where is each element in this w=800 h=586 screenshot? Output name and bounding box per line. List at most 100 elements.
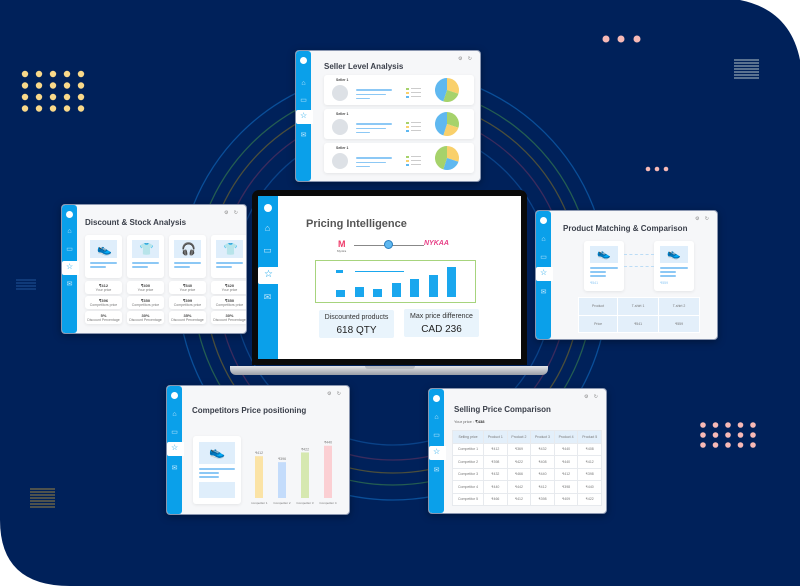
star-icon-active[interactable]: ☆ (167, 442, 184, 456)
home-icon[interactable]: ⌂ (170, 410, 179, 419)
table-cell: Competitor 1 (451, 442, 485, 456)
table-cell: ₹408 (530, 455, 555, 469)
mail-icon[interactable]: ✉ (170, 464, 179, 473)
window-title: Product Matching & Comparison (563, 224, 688, 233)
folder-icon[interactable]: ▭ (299, 96, 308, 105)
table-cell: ₹412 (553, 467, 579, 481)
stat-value: CAD 236 (421, 324, 462, 335)
decor-dot (712, 422, 719, 428)
home-icon[interactable]: ⌂ (299, 79, 308, 88)
competitor-bar-chart: ₹412 Competitor 1 ₹396 Competitor 2 ₹422 Comp… (251, 441, 337, 505)
decor-dot (63, 82, 71, 89)
star-icon-active[interactable]: ☆ (258, 267, 280, 284)
home-icon[interactable]: ⌂ (539, 235, 548, 244)
metric-box: 30% Discount Percentage (211, 311, 246, 324)
window-tools[interactable]: ⚙ ↻ (327, 391, 343, 397)
seller-pie-chart (435, 112, 459, 136)
mail-icon[interactable]: ✉ (432, 466, 441, 475)
home-icon[interactable]: ⌂ (65, 227, 74, 236)
metric-box: ₹350 Competitors price (127, 296, 164, 309)
logo-dot (300, 57, 307, 64)
window-title: Seller Level Analysis (324, 62, 404, 71)
folder-icon[interactable]: ▭ (170, 428, 179, 437)
decor-dot (750, 422, 756, 428)
product-card[interactable]: 👕 (127, 235, 164, 278)
star-icon-active[interactable]: ☆ (429, 446, 446, 460)
table-header-row: Selling price Product 1 Product 2 Product 3… (451, 430, 602, 444)
sidebar: ⌂ ▭ ☆ ✉ (536, 211, 553, 339)
competitor-bar (278, 462, 286, 498)
product-card[interactable]: 👕 (211, 235, 246, 278)
product-card-right: 👟 ₹559 (654, 241, 694, 291)
window-tools[interactable]: ⚙ ↻ (224, 210, 240, 216)
category-label: Competitor 3 (296, 501, 314, 505)
metric-box: 30% Discount Percentage (127, 311, 164, 324)
mail-icon[interactable]: ✉ (539, 288, 548, 297)
trend-line (355, 271, 404, 272)
product-card: 👟 (193, 436, 241, 504)
metric-label: Discount Percentage (129, 318, 162, 322)
seller-level-analysis-window: ⌂ ▭ ☆ ✉ Seller Level Analysis ⚙ ↻ Seller… (295, 50, 481, 182)
metric-box: ₹399 Competitors price (169, 296, 206, 309)
seller-label: Seller 1 (336, 112, 349, 116)
mail-icon[interactable]: ✉ (299, 131, 308, 140)
table-cell: ₹369 (506, 442, 532, 456)
folder-icon[interactable]: ▭ (263, 246, 272, 255)
metric-label: Competitors price (215, 303, 244, 307)
product-image: 👕 (216, 240, 243, 258)
star-icon-active[interactable]: ☆ (536, 267, 553, 281)
table-cell: ₹398 (553, 480, 579, 494)
discount-stock-window: ⌂ ▭ ☆ ✉ Discount & Stock Analysis ⚙ ↻ 👟 ₹… (61, 204, 247, 334)
selling-price-window: ⌂ ▭ ☆ ✉ Selling Price Comparison ⚙ ↻ You… (428, 388, 607, 514)
table-cell: ₹466 (506, 467, 532, 481)
sidebar: ⌂ ▭ ☆ ✉ (167, 386, 184, 514)
metric-box: ₹540 Your price (169, 281, 206, 294)
mail-icon[interactable]: ✉ (263, 293, 272, 302)
metric-label: Your price (179, 288, 196, 292)
price-bar (354, 286, 364, 297)
decor-dot (35, 70, 43, 78)
star-icon-active[interactable]: ☆ (296, 110, 313, 124)
competitor-price-window: ⌂ ▭ ☆ ✉ Competitors Price positioning ⚙ … (166, 385, 350, 515)
product-image: 👟 (90, 240, 117, 258)
stat-label: Discounted products (324, 314, 389, 321)
tshirt-icon: 👕 (139, 242, 154, 256)
folder-icon[interactable]: ▭ (432, 431, 441, 440)
table-cell: T-shirt 1 (617, 297, 660, 316)
mail-icon[interactable]: ✉ (65, 280, 74, 289)
table-cell: Competitor 3 (451, 467, 485, 481)
star-icon-active[interactable]: ☆ (62, 261, 79, 275)
seller-row[interactable]: Seller 1 (324, 143, 474, 173)
seller-row[interactable]: Seller 1 (324, 75, 474, 105)
table-cell: ₹412 (530, 480, 555, 494)
table-cell: ₹440 (553, 455, 579, 469)
decor-dot (35, 82, 43, 89)
bar-value-label: ₹412 (255, 451, 263, 455)
window-tools[interactable]: ⚙ ↻ (584, 394, 600, 400)
metric-label: Discount Percentage (171, 318, 204, 322)
window-tools[interactable]: ⚙ ↻ (458, 56, 474, 62)
product-image: 🎧 (174, 240, 201, 258)
home-icon[interactable]: ⌂ (432, 413, 441, 422)
table-cell: ₹412 (483, 442, 508, 456)
seller-row[interactable]: Seller 1 (324, 109, 474, 139)
screen-title: Pricing Intelligence (306, 218, 407, 230)
metric-box: 35% Discount Percentage (169, 311, 206, 324)
product-card[interactable]: 👟 (85, 235, 122, 278)
home-icon[interactable]: ⌂ (263, 224, 272, 233)
decor-dot (49, 70, 57, 78)
myntra-logo: M (338, 239, 346, 249)
window-tools[interactable]: ⚙ ↻ (695, 216, 711, 222)
folder-icon[interactable]: ▭ (65, 245, 74, 254)
metric-label: Discount Percentage (213, 318, 246, 322)
product-card[interactable]: 🎧 (169, 235, 206, 278)
window-title: Competitors Price positioning (192, 406, 307, 415)
table-cell: ₹408 (577, 442, 602, 456)
window-title: Selling Price Comparison (454, 405, 551, 414)
decor-dot (49, 105, 57, 112)
table-cell: ₹466 (483, 492, 508, 506)
competitor-bar (301, 452, 309, 498)
stat-label: Max price difference (410, 313, 473, 320)
metric-box: ₹420 Your price (211, 281, 246, 294)
folder-icon[interactable]: ▭ (539, 253, 548, 262)
